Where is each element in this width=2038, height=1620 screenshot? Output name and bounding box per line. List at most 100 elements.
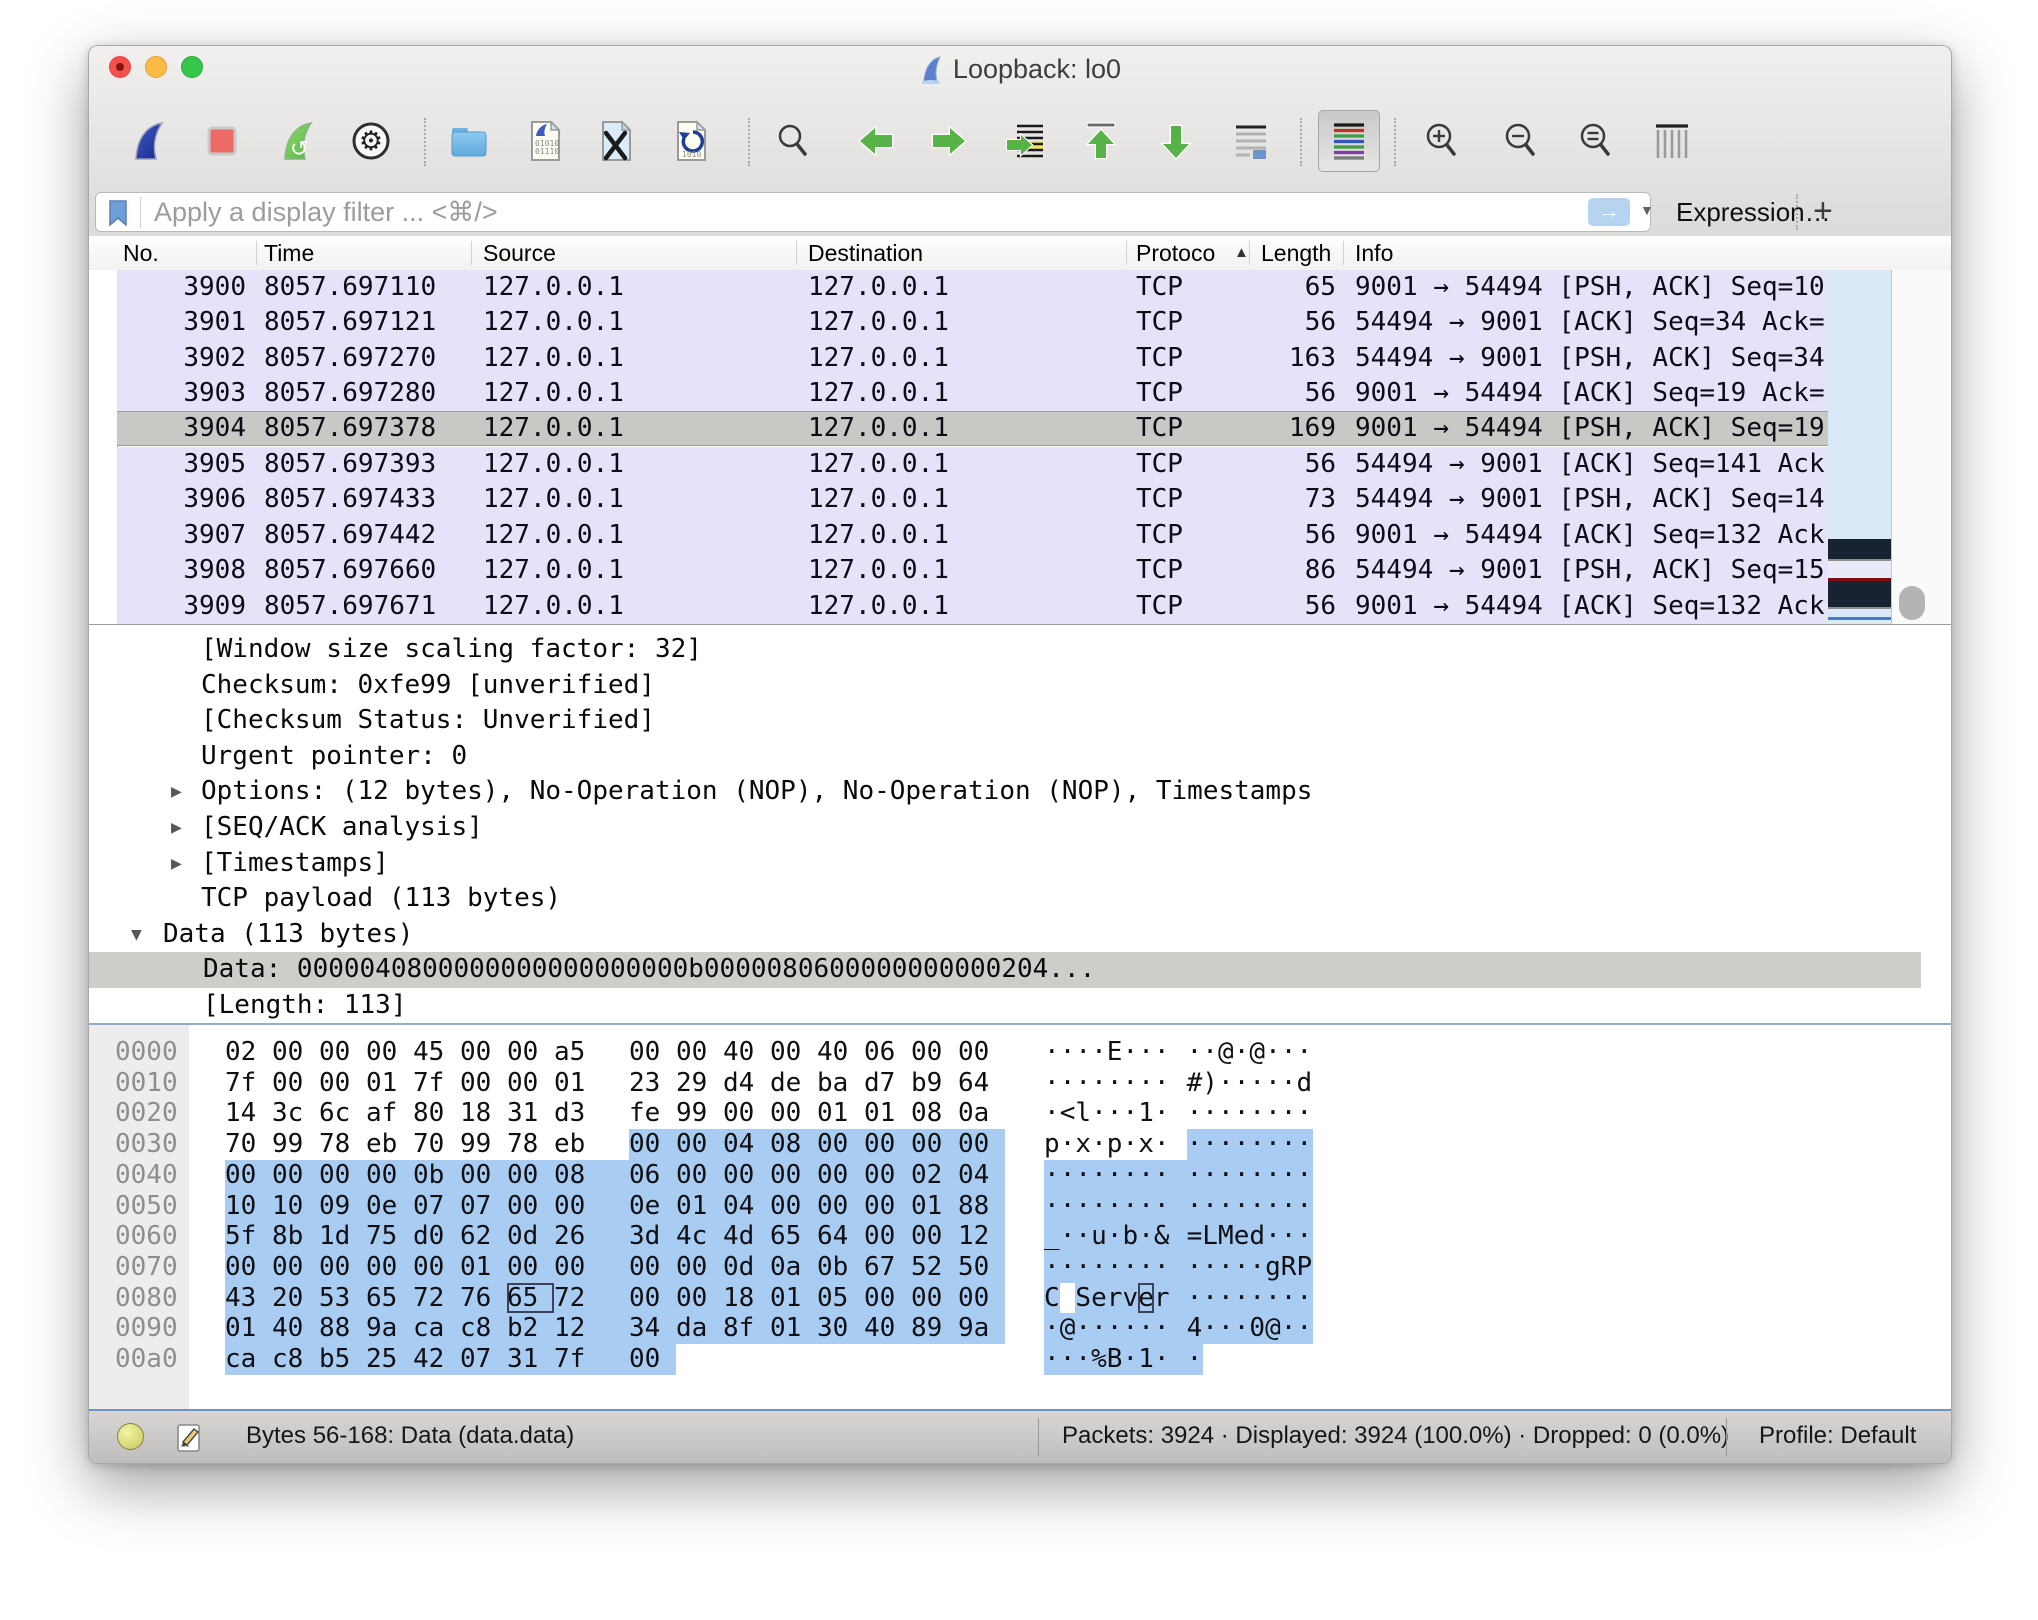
hex-byte[interactable]: 64 — [958, 1068, 1005, 1099]
detail-line[interactable]: [Length: 113] — [89, 988, 1951, 1023]
hex-byte[interactable]: 40 — [272, 1313, 319, 1344]
ascii-char[interactable]: · — [1202, 1037, 1218, 1068]
hex-byte[interactable]: c8 — [460, 1313, 507, 1344]
ascii-char[interactable]: · — [1123, 1068, 1139, 1099]
ascii-char[interactable]: · — [1218, 1098, 1234, 1129]
hex-byte[interactable]: 00 — [460, 1037, 507, 1068]
ascii-char[interactable]: L — [1202, 1221, 1218, 1252]
colorize-packets-button[interactable] — [1318, 110, 1380, 172]
ascii-char[interactable]: · — [1265, 1160, 1281, 1191]
hex-byte[interactable]: 01 — [366, 1068, 413, 1099]
find-packet-button[interactable] — [765, 112, 821, 170]
ascii-char[interactable]: · — [1234, 1283, 1250, 1314]
ascii-char[interactable]: · — [1281, 1221, 1297, 1252]
ascii-char[interactable]: · — [1091, 1313, 1107, 1344]
hex-byte[interactable]: 99 — [272, 1129, 319, 1160]
ascii-char[interactable]: v — [1123, 1283, 1139, 1314]
hex-row[interactable]: 0030709978eb709978eb0000040800000000p·x·… — [89, 1129, 1951, 1160]
ascii-char[interactable]: · — [1107, 1191, 1123, 1222]
ascii-char[interactable]: · — [1281, 1313, 1297, 1344]
ascii-char[interactable]: @ — [1265, 1313, 1281, 1344]
apply-filter-button[interactable]: → — [1588, 198, 1630, 226]
hex-byte[interactable]: 00 — [272, 1160, 319, 1191]
hex-byte[interactable]: 01 — [554, 1068, 601, 1099]
hex-byte[interactable]: 00 — [958, 1037, 1005, 1068]
hex-byte[interactable]: 67 — [864, 1252, 911, 1283]
capture-options-button[interactable]: ⚙ — [343, 112, 399, 170]
hex-byte[interactable]: fe — [629, 1098, 676, 1129]
hex-byte[interactable]: 12 — [554, 1313, 629, 1344]
detail-line[interactable]: ▶[Timestamps] — [89, 846, 1951, 882]
ascii-char[interactable]: · — [1075, 1191, 1091, 1222]
hex-byte[interactable]: 34 — [629, 1313, 676, 1344]
hex-byte[interactable]: 31 — [507, 1344, 554, 1375]
hex-row[interactable]: 00501010090e070700000e01040000000188····… — [89, 1191, 1951, 1222]
previous-packet-button[interactable] — [848, 112, 904, 170]
hex-byte[interactable]: 7f — [554, 1344, 629, 1375]
ascii-char[interactable]: e — [1091, 1283, 1107, 1314]
hex-byte[interactable]: 75 — [366, 1221, 413, 1252]
hex-byte[interactable]: 5f — [225, 1221, 272, 1252]
detail-line[interactable]: ▶Options: (12 bytes), No-Operation (NOP)… — [89, 774, 1951, 810]
ascii-char[interactable]: · — [1202, 1160, 1218, 1191]
hex-byte[interactable]: 23 — [629, 1068, 676, 1099]
hex-byte[interactable]: 00 — [723, 1160, 770, 1191]
hex-byte[interactable]: 7f — [225, 1068, 272, 1099]
hex-byte[interactable]: 99 — [676, 1098, 723, 1129]
ascii-char[interactable]: · — [1265, 1037, 1281, 1068]
hex-byte[interactable]: 0e — [366, 1191, 413, 1222]
ascii-char[interactable]: · — [1249, 1283, 1265, 1314]
ascii-char[interactable]: 4 — [1187, 1313, 1203, 1344]
hex-row[interactable]: 0040000000000b0000080600000000000204····… — [89, 1160, 1951, 1191]
minimize-button[interactable] — [145, 56, 167, 78]
ascii-char[interactable]: · — [1265, 1283, 1281, 1314]
hex-byte[interactable]: 05 — [817, 1283, 864, 1314]
ascii-char[interactable]: x — [1138, 1129, 1154, 1160]
start-capture-button[interactable] — [120, 112, 176, 170]
hex-byte[interactable]: eb — [366, 1129, 413, 1160]
hex-byte[interactable]: 01 — [460, 1252, 507, 1283]
packet-row[interactable]: 39038057.697280127.0.0.1127.0.0.1TCP5690… — [117, 376, 1828, 411]
hex-byte[interactable]: 7f — [413, 1068, 460, 1099]
ascii-char[interactable]: · — [1123, 1313, 1139, 1344]
hex-byte[interactable]: 00 — [507, 1037, 554, 1068]
hex-byte[interactable]: 31 — [507, 1098, 554, 1129]
hex-dump-pane[interactable]: 000002000000450000a50000400040060000····… — [89, 1023, 1951, 1409]
ascii-char[interactable]: · — [1234, 1129, 1250, 1160]
hex-byte[interactable]: af — [366, 1098, 413, 1129]
hex-byte[interactable]: 3c — [272, 1098, 319, 1129]
ascii-char[interactable]: · — [1218, 1129, 1234, 1160]
ascii-char[interactable]: · — [1265, 1098, 1281, 1129]
hex-byte[interactable]: 00 — [911, 1129, 958, 1160]
hex-byte[interactable]: de — [770, 1068, 817, 1099]
hex-byte[interactable]: 70 — [413, 1129, 460, 1160]
hex-byte[interactable]: 72 — [554, 1283, 629, 1314]
hex-byte[interactable]: 08 — [554, 1160, 629, 1191]
reload-file-button[interactable]: 1010 — [663, 112, 719, 170]
hex-byte[interactable]: 00 — [770, 1037, 817, 1068]
ascii-char[interactable]: · — [1138, 1313, 1154, 1344]
packet-row[interactable]: 39098057.697671127.0.0.1127.0.0.1TCP5690… — [117, 589, 1828, 624]
hex-byte[interactable]: 01 — [864, 1098, 911, 1129]
hex-byte[interactable]: 00 — [319, 1037, 366, 1068]
hex-byte[interactable]: 40 — [723, 1037, 770, 1068]
ascii-char[interactable]: e — [1234, 1221, 1250, 1252]
packet-row[interactable]: 39088057.697660127.0.0.1127.0.0.1TCP8654… — [117, 553, 1828, 588]
ascii-char[interactable]: · — [1202, 1191, 1218, 1222]
hex-byte[interactable]: 01 — [225, 1313, 272, 1344]
ascii-char[interactable]: · — [1107, 1221, 1123, 1252]
hex-byte[interactable]: b9 — [911, 1068, 958, 1099]
hex-byte[interactable]: 65 — [366, 1283, 413, 1314]
bookmark-icon[interactable] — [106, 199, 130, 232]
ascii-char[interactable]: · — [1281, 1037, 1297, 1068]
ascii-char[interactable]: · — [1044, 1068, 1060, 1099]
hex-byte[interactable]: 09 — [319, 1191, 366, 1222]
packet-row[interactable]: 39068057.697433127.0.0.1127.0.0.1TCP7354… — [117, 482, 1828, 517]
hex-byte[interactable]: 00 — [864, 1160, 911, 1191]
hex-byte[interactable]: 00 — [629, 1344, 676, 1375]
hex-byte[interactable]: 00 — [507, 1191, 554, 1222]
ascii-char[interactable]: · — [1154, 1129, 1170, 1160]
hex-byte[interactable]: 0e — [629, 1191, 676, 1222]
ascii-char[interactable]: · — [1281, 1283, 1297, 1314]
hex-byte[interactable]: 30 — [817, 1313, 864, 1344]
